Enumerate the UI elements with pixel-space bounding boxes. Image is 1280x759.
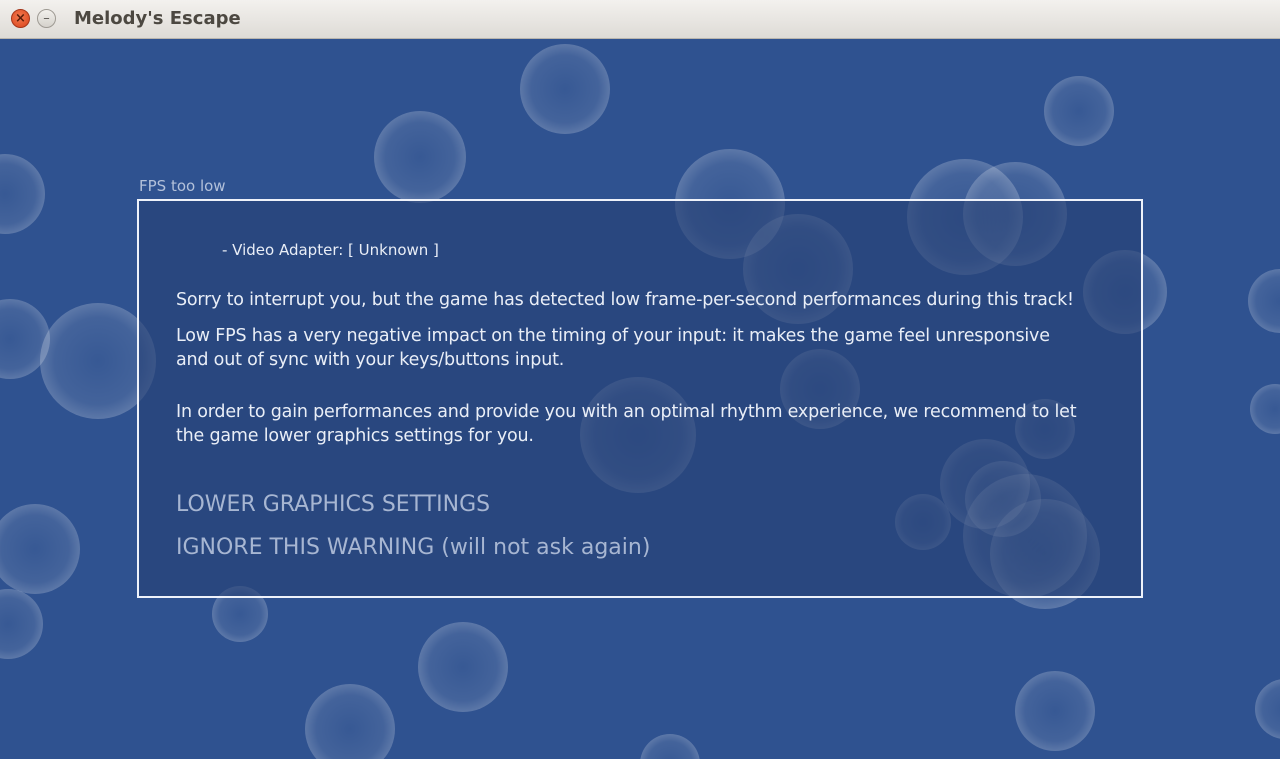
window-title: Melody's Escape [74,8,241,29]
close-icon: × [15,11,26,26]
dialog-title: FPS too low [139,177,226,195]
video-adapter-info: - Video Adapter: [ Unknown ] [222,241,439,259]
minimize-icon: – [43,11,50,26]
message-line: the game lower graphics settings for you… [176,426,534,446]
app-window: × – Melody's Escape FPS too low - Video … [0,0,1280,759]
title-bar[interactable]: × – Melody's Escape [0,0,1280,39]
message-line: Low FPS has a very negative impact on th… [176,326,1050,346]
lower-graphics-settings-option[interactable]: LOWER GRAPHICS SETTINGS [176,492,490,517]
minimize-window-button[interactable]: – [37,9,56,28]
message-line: Sorry to interrupt you, but the game has… [176,290,1074,310]
fps-warning-dialog: - Video Adapter: [ Unknown ] Sorry to in… [137,199,1143,598]
ignore-warning-option[interactable]: IGNORE THIS WARNING (will not ask again) [176,535,650,560]
close-window-button[interactable]: × [11,9,30,28]
game-viewport: FPS too low - Video Adapter: [ Unknown ]… [0,39,1280,759]
message-line: In order to gain performances and provid… [176,402,1077,422]
message-line: and out of sync with your keys/buttons i… [176,350,565,370]
